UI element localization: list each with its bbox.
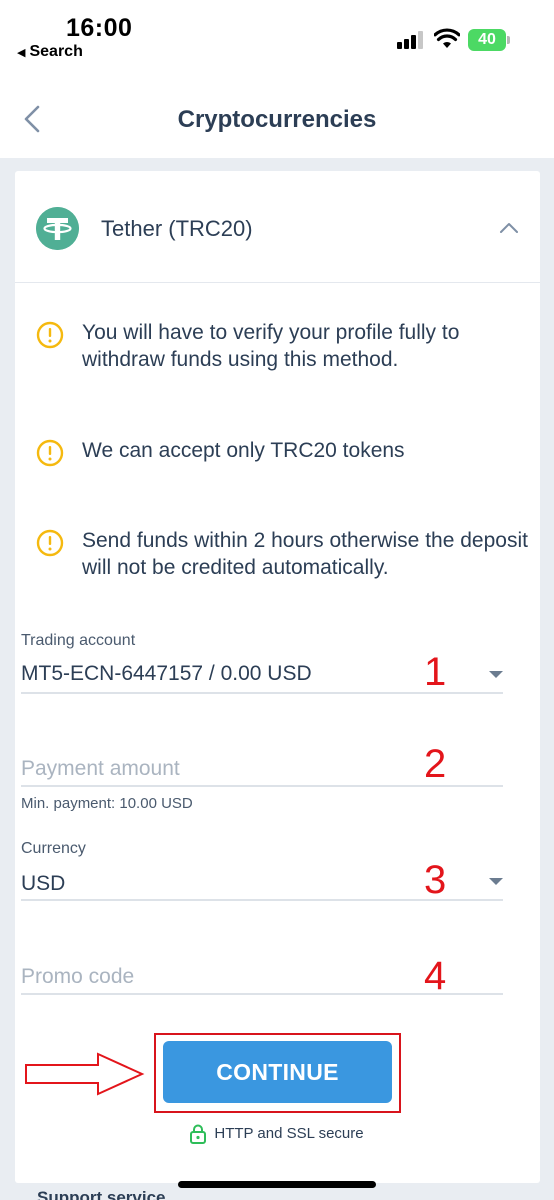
status-bar: 16:00 ◀ Search 40 — [0, 0, 554, 80]
annotation-number-2: 2 — [424, 742, 447, 786]
min-payment-hint: Min. payment: 10.00 USD — [21, 795, 193, 812]
notice-text: You will have to verify your profile ful… — [82, 321, 460, 371]
payment-amount-placeholder: Payment amount — [21, 757, 180, 780]
support-service-heading[interactable]: Support service — [37, 1188, 166, 1200]
secure-text: HTTP and SSL secure — [214, 1124, 364, 1142]
trading-account-value: MT5-ECN-6447157 / 0.00 USD — [21, 662, 312, 685]
chevron-up-icon[interactable] — [498, 217, 520, 239]
notice-text: Send funds within 2 hours otherwise the … — [82, 529, 528, 579]
dropdown-caret-icon — [489, 671, 503, 678]
annotation-number-4: 4 — [424, 954, 447, 998]
promo-code-placeholder: Promo code — [21, 965, 135, 988]
currency-value: USD — [21, 872, 66, 895]
notice-text: We can accept only TRC20 tokens — [82, 439, 405, 462]
cellular-signal-icon — [397, 31, 423, 49]
secure-notice: HTTP and SSL secure — [0, 1124, 554, 1144]
notice-verify-profile: You will have to verify your profile ful… — [36, 319, 526, 379]
notice-trc20-only: We can accept only TRC20 tokens — [36, 437, 526, 471]
warning-icon — [36, 439, 64, 467]
home-indicator — [178, 1181, 376, 1188]
payment-method-header[interactable]: Tether (TRC20) — [15, 171, 540, 283]
trading-account-label: Trading account — [21, 632, 136, 649]
warning-icon — [36, 321, 64, 349]
back-to-app-link[interactable]: ◀ Search — [17, 43, 83, 61]
annotation-arrow-icon — [25, 1052, 145, 1096]
payment-method-name: Tether (TRC20) — [101, 216, 253, 241]
nav-header: Cryptocurrencies — [0, 80, 554, 158]
back-app-label: Search — [29, 43, 83, 60]
wifi-icon — [434, 28, 460, 48]
back-triangle-icon: ◀ — [17, 47, 26, 59]
status-time: 16:00 — [66, 14, 133, 42]
annotation-number-3: 3 — [424, 858, 447, 902]
lock-icon — [190, 1124, 207, 1144]
notice-send-within-2-hours: Send funds within 2 hours otherwise the … — [36, 527, 528, 587]
currency-label: Currency — [21, 840, 86, 857]
battery-indicator: 40 — [468, 29, 510, 51]
dropdown-caret-icon — [489, 878, 503, 885]
page-title: Cryptocurrencies — [177, 106, 377, 133]
warning-icon — [36, 529, 64, 557]
annotation-number-1: 1 — [424, 650, 447, 694]
continue-button[interactable]: CONTINUE — [163, 1041, 392, 1103]
tether-logo-icon — [36, 207, 79, 250]
